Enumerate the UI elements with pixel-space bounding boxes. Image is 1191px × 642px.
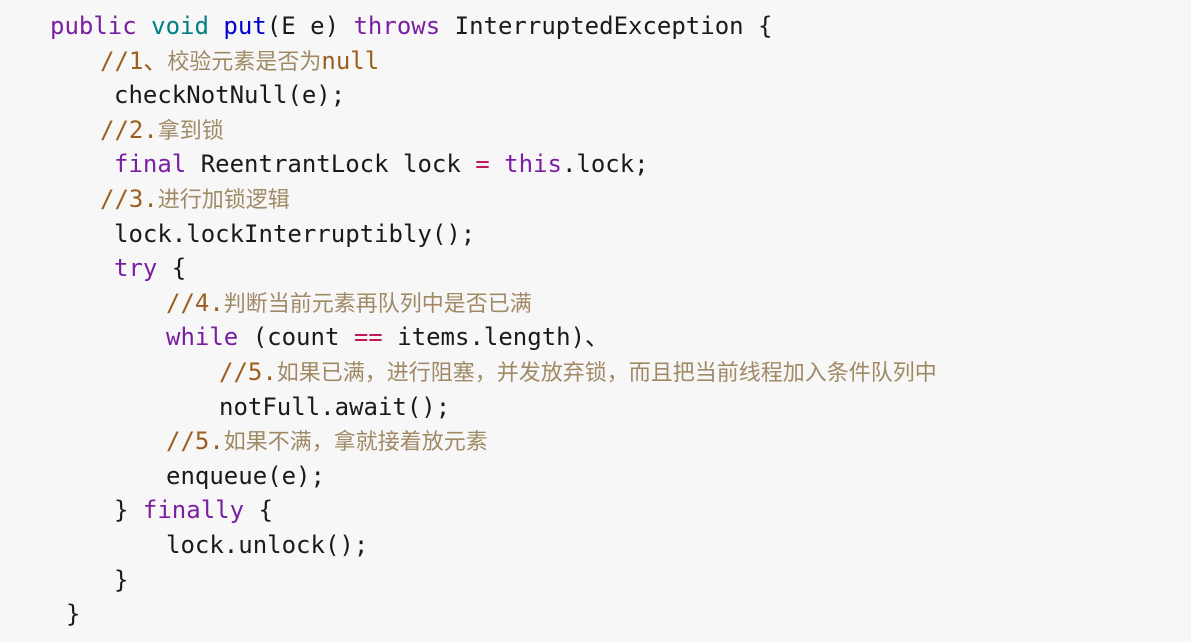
line-14-enqueue: enqueue(e); (0, 459, 1191, 494)
code-token: } (114, 496, 143, 525)
code-token: this (504, 150, 562, 179)
code-token: 拿到锁 (157, 118, 224, 144)
line-12-notfull-await: notFull.await(); (0, 390, 1191, 425)
code-token: lock.unlock(); (166, 530, 369, 559)
code-token: InterruptedException { (440, 12, 773, 40)
code-token: void (151, 12, 209, 40)
code-token: items.length)、 (382, 323, 610, 352)
line-5-final-lock: final ReentrantLock lock = this.lock; (0, 147, 1191, 182)
line-16-unlock: lock.unlock(); (0, 528, 1191, 563)
line-11-comment-5a: //5.如果已满，进行阻塞，并发放弃锁，而且把当前线程加入条件队列中 (0, 355, 1191, 390)
line-1-method-signature: public void put(E e) throws InterruptedE… (0, 9, 1191, 44)
line-18-close-method: } (0, 597, 1191, 632)
line-8-try: try { (0, 251, 1191, 286)
code-token: 判断当前元素再队列中是否已满 (223, 291, 532, 317)
code-token: final (114, 150, 187, 179)
code-token: { (157, 254, 187, 283)
code-token: ReentrantLock lock (186, 150, 476, 179)
code-token: null (321, 46, 380, 75)
code-token: //5. (166, 427, 224, 456)
code-token: 如果已满，进行阻塞，并发放弃锁，而且把当前线程加入条件队列中 (276, 360, 937, 386)
code-token: (E e) (266, 12, 354, 40)
code-token: while (166, 323, 239, 352)
code-token: } (66, 600, 81, 629)
code-token: lock.lockInterruptibly(); (114, 219, 476, 248)
code-token: //1、 (100, 46, 168, 75)
code-token: //2. (100, 115, 158, 144)
code-token: checkNotNull(e); (114, 81, 346, 110)
line-2-comment-1: //1、校验元素是否为null (0, 44, 1191, 79)
line-10-while: while (count == items.length)、 (0, 320, 1191, 355)
code-token: == (353, 323, 383, 352)
code-token: //3. (100, 184, 158, 213)
line-7-lockinterruptibly: lock.lockInterruptibly(); (0, 217, 1191, 252)
code-token: 如果不满，拿就接着放元素 (223, 430, 488, 456)
line-6-comment-3: //3.进行加锁逻辑 (0, 182, 1191, 217)
code-token: throws (353, 12, 441, 40)
line-13-comment-5b: //5.如果不满，拿就接着放元素 (0, 424, 1191, 459)
code-token: public (50, 12, 137, 40)
code-token: .lock; (561, 150, 649, 179)
code-token: = (475, 150, 490, 179)
line-3-checknotnull: checkNotNull(e); (0, 78, 1191, 113)
line-15-finally: } finally { (0, 493, 1191, 528)
code-token: { (244, 496, 273, 525)
code-token: notFull.await(); (219, 392, 451, 421)
code-token: put (223, 12, 267, 40)
code-token: 校验元素是否为 (167, 49, 322, 75)
line-4-comment-2: //2.拿到锁 (0, 113, 1191, 148)
code-block[interactable]: public void put(E e) throws InterruptedE… (0, 9, 1191, 642)
code-token: } (114, 565, 129, 594)
code-token: enqueue(e); (166, 461, 325, 490)
code-token: 进行加锁逻辑 (157, 187, 290, 213)
code-token: //5. (219, 357, 277, 386)
code-token: //4. (166, 288, 224, 317)
code-token: (count (238, 323, 354, 352)
line-17-close-finally: } (0, 563, 1191, 598)
line-9-comment-4: //4.判断当前元素再队列中是否已满 (0, 286, 1191, 321)
code-token: finally (142, 496, 245, 525)
code-token: try (114, 254, 158, 283)
